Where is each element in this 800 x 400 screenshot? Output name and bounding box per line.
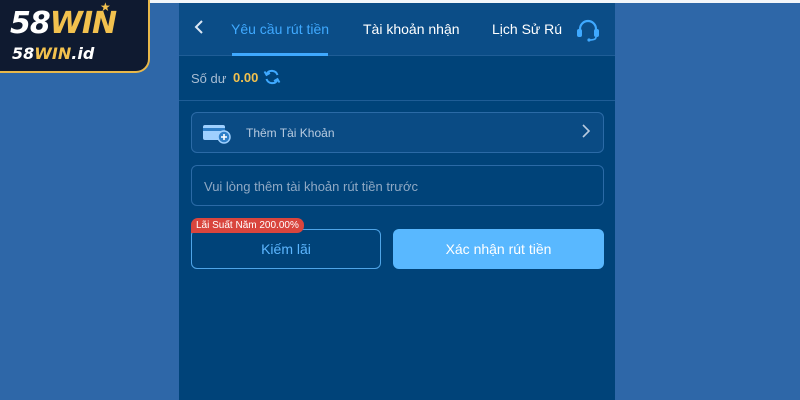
tab-withdraw-request[interactable]: Yêu cầu rút tiền xyxy=(231,3,329,56)
earn-interest-button[interactable]: Kiếm lãi xyxy=(191,229,381,269)
chevron-right-icon xyxy=(581,124,591,141)
add-account-button[interactable]: Thêm Tài Khoản xyxy=(191,112,604,153)
tab-receiving-account[interactable]: Tài khoản nhận xyxy=(363,3,460,56)
withdraw-panel: Yêu cầu rút tiền Tài khoản nhận Lịch Sử … xyxy=(179,3,615,400)
brand-logo[interactable]: 58WIN ★ 58WIN.id xyxy=(0,0,150,73)
tab-history[interactable]: Lịch Sử Rú xyxy=(492,3,562,56)
withdraw-account-notice[interactable]: Vui lòng thêm tài khoản rút tiền trước xyxy=(191,165,604,206)
header-bar: Yêu cầu rút tiền Tài khoản nhận Lịch Sử … xyxy=(179,3,615,56)
add-account-label: Thêm Tài Khoản xyxy=(246,126,335,140)
balance-value: 0.00 xyxy=(233,70,259,85)
notice-text: Vui lòng thêm tài khoản rút tiền trước xyxy=(204,179,419,194)
logo-domain: 58WIN.id xyxy=(12,44,95,63)
wallet-add-icon xyxy=(202,122,232,144)
chevron-left-icon[interactable] xyxy=(187,15,211,43)
interest-rate-badge: Lãi Suất Năm 200.00% xyxy=(191,218,304,233)
balance-row: Số dư 0.00 xyxy=(179,57,615,101)
active-tab-indicator xyxy=(232,53,328,56)
headset-icon[interactable] xyxy=(575,18,601,42)
balance-label: Số dư xyxy=(191,71,227,86)
star-icon: ★ xyxy=(100,0,111,14)
confirm-withdraw-button[interactable]: Xác nhận rút tiền xyxy=(393,229,604,269)
refresh-icon[interactable] xyxy=(263,68,281,86)
